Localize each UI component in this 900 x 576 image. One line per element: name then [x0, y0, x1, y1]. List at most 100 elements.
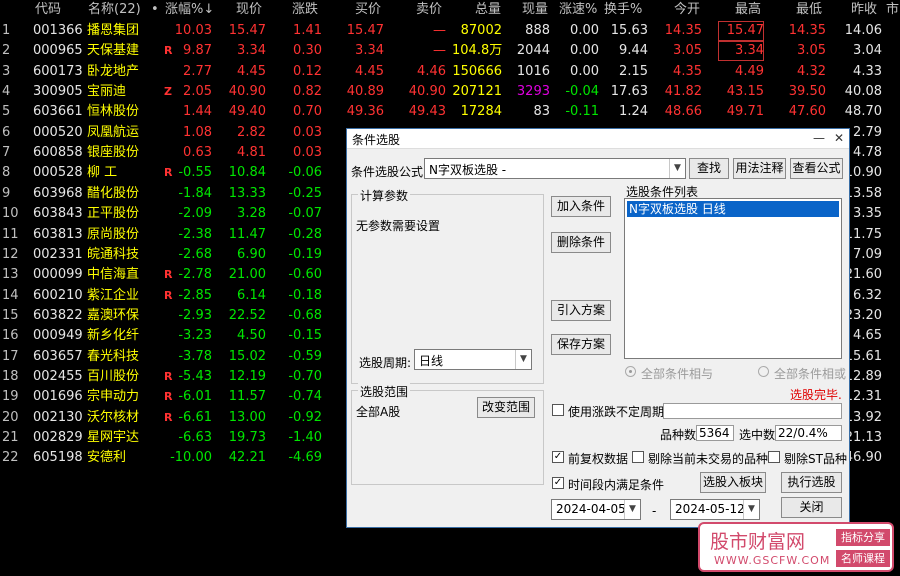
chevron-down-icon: ▼: [743, 500, 759, 519]
cell-code: 000528: [33, 165, 83, 181]
cell-open: 3.05: [673, 43, 702, 59]
col-prev-close[interactable]: 昨收: [851, 0, 877, 19]
condition-list[interactable]: N字双板选股 日线: [624, 198, 842, 359]
cell-no: 22: [2, 450, 19, 466]
cell-price: 12.19: [228, 368, 266, 384]
table-row[interactable]: 4 300905 宝丽迪 Z 2.05 40.90 0.82 40.89 40.90 207121…: [0, 82, 900, 102]
formula-value: N字双板选股 -: [429, 163, 507, 177]
save-plan-button[interactable]: 保存方案: [551, 334, 611, 355]
run-selection-button[interactable]: 执行选股: [781, 472, 842, 493]
col-turnover[interactable]: 换手%: [604, 0, 642, 19]
forward-adjust-checkbox[interactable]: ✓: [552, 451, 564, 463]
import-plan-button[interactable]: 引入方案: [551, 300, 611, 321]
col-code[interactable]: 代码: [35, 0, 61, 19]
date-from-select[interactable]: 2024-04-05 ▼: [551, 499, 641, 520]
cell-name: 宝丽迪: [87, 84, 127, 100]
period-condition-checkbox[interactable]: ✓: [552, 477, 564, 489]
cell-chg: -0.70: [288, 368, 322, 384]
date-to-select[interactable]: 2024-05-12 ▼: [670, 499, 760, 520]
uncertain-period-checkbox[interactable]: [552, 404, 564, 416]
cell-no: 8: [2, 165, 11, 181]
col-bid[interactable]: 买价: [355, 0, 381, 19]
condition-list-item[interactable]: N字双板选股 日线: [627, 201, 839, 217]
col-low[interactable]: 最低: [796, 0, 822, 19]
cell-chg: -0.07: [288, 206, 322, 222]
col-price[interactable]: 现价: [236, 0, 262, 19]
add-condition-button[interactable]: 加入条件: [551, 196, 611, 217]
col-open[interactable]: 今开: [674, 0, 700, 19]
cell-code: 000949: [33, 328, 83, 344]
uncertain-period-input[interactable]: [663, 403, 842, 419]
table-row[interactable]: 1 001366 播恩集团 10.03 15.47 1.41 15.47 — 87002 888 0…: [0, 21, 900, 41]
cell-price: 19.73: [228, 430, 266, 445]
cell-chg: -0.18: [288, 287, 322, 303]
usage-notes-button[interactable]: 用法注释: [733, 158, 786, 179]
cell-code: 603968: [33, 185, 83, 201]
cell-high: 43.15: [726, 84, 764, 100]
cell-pct: -2.93: [178, 307, 212, 323]
col-current-volume[interactable]: 现量: [522, 0, 548, 19]
cell-vol: 87002: [460, 23, 502, 38]
status-text: 选股完毕.: [790, 388, 842, 402]
cell-chg: -0.25: [288, 185, 322, 201]
col-change[interactable]: 涨跌: [292, 0, 318, 19]
period-select[interactable]: 日线 ▼: [414, 349, 532, 370]
cell-turn: 1.24: [619, 104, 648, 120]
col-change-pct[interactable]: 涨幅%↓: [165, 0, 214, 19]
close-button[interactable]: 关闭: [781, 497, 842, 518]
cell-chg: -0.68: [288, 307, 322, 323]
radio-or[interactable]: [758, 366, 769, 377]
cell-no: 9: [2, 185, 11, 201]
cell-turn: 2.15: [619, 63, 648, 79]
col-name[interactable]: 名称(22): [88, 0, 141, 19]
cell-name: 中信海直: [87, 267, 140, 283]
cell-bid: 3.34: [355, 43, 384, 59]
cell-high: 49.71: [726, 104, 764, 120]
cell-no: 11: [2, 226, 19, 242]
cell-pct: -3.23: [178, 328, 212, 344]
cell-price: 22.52: [228, 307, 266, 323]
cell-price: 2.82: [237, 124, 266, 140]
cell-code: 603661: [33, 104, 83, 120]
cell-name: 银座股份: [87, 145, 140, 161]
cell-code: 001366: [33, 23, 83, 38]
exclude-st-checkbox[interactable]: [768, 451, 780, 463]
col-dot: •: [151, 2, 159, 17]
date-separator: -: [652, 504, 657, 518]
cell-code: 002829: [33, 430, 83, 445]
cell-ask: —: [433, 43, 446, 59]
view-formula-button[interactable]: 查看公式: [790, 158, 843, 179]
table-row[interactable]: 2 000965 天保基建 R 9.87 3.34 0.30 3.34—104.8万 2044 0…: [0, 41, 900, 62]
add-to-block-button[interactable]: 选股入板块: [700, 472, 766, 493]
col-market[interactable]: 市: [886, 0, 899, 19]
cell-code: 600858: [33, 145, 83, 161]
cell-name: 沃尔核材: [87, 409, 140, 425]
col-speed[interactable]: 涨速%: [559, 0, 597, 19]
table-row[interactable]: 5 603661 恒林股份 1.44 49.40 0.70 49.36 49.43 17284 8…: [0, 102, 900, 122]
delete-condition-button[interactable]: 删除条件: [551, 232, 611, 253]
formula-select[interactable]: N字双板选股 - ▼: [424, 158, 686, 179]
date-to-value: 2024-05-12: [675, 502, 745, 516]
exclude-untraded-checkbox[interactable]: [632, 451, 644, 463]
cell-no: 1: [2, 23, 11, 38]
minimize-icon[interactable]: —: [811, 130, 827, 146]
close-icon[interactable]: ✕: [831, 130, 847, 146]
cell-bid: 4.45: [355, 63, 384, 79]
cell-spd: -0.04: [565, 84, 599, 100]
change-range-button[interactable]: 改变范围: [477, 397, 535, 418]
cell-pct: 10.03: [174, 23, 212, 38]
cell-name: 星网宇达: [87, 430, 140, 445]
cell-price: 11.57: [228, 389, 266, 405]
find-button[interactable]: 查找: [689, 158, 729, 179]
cell-name: 凤凰航运: [87, 124, 140, 140]
radio-and[interactable]: [625, 366, 636, 377]
col-ask[interactable]: 卖价: [416, 0, 442, 19]
cell-vol: 207121: [452, 84, 502, 100]
col-high[interactable]: 最高: [735, 0, 761, 19]
col-volume[interactable]: 总量: [475, 0, 501, 19]
table-row[interactable]: 3 600173 卧龙地产 2.77 4.45 0.12 4.45 4.46 150666 101…: [0, 62, 900, 82]
dialog-title-bar[interactable]: 条件选股 — ✕: [347, 129, 849, 149]
cell-vol: 150666: [452, 63, 502, 79]
cell-no: 3: [2, 63, 11, 79]
cell-high: 3.34: [718, 41, 764, 62]
